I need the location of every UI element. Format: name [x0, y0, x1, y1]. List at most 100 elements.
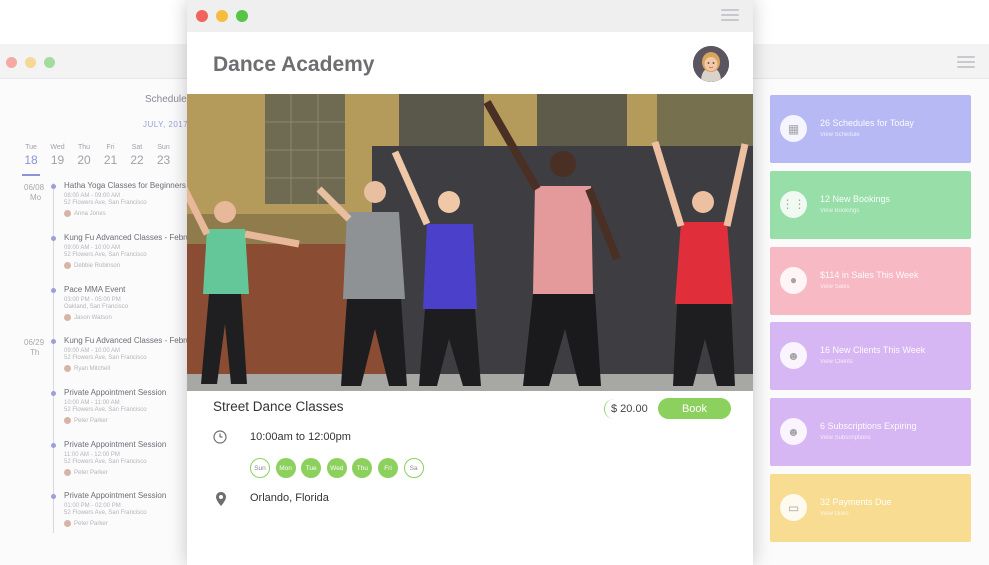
- schedule-event[interactable]: Pace MMA Event 03:00 PM - 05:00 PM Oakland…: [64, 285, 189, 321]
- event-time: 08:00 AM - 09:00 AM: [64, 193, 121, 199]
- schedule-event[interactable]: Private Appointment Session 10:00 AM - 11…: [64, 388, 189, 424]
- dashboard-card[interactable]: ▭ 32 Payments Due View Dues: [770, 474, 971, 542]
- event-title: Pace MMA Event: [64, 285, 126, 294]
- event-place: 52 Flowers Ave, San Francisco: [64, 459, 147, 465]
- day-name: Tue: [25, 144, 37, 151]
- card-link[interactable]: View Clients: [820, 359, 853, 365]
- schedule-day[interactable]: Tue 18: [20, 144, 42, 176]
- timeline-dot: [51, 288, 56, 293]
- page-title: Dance Academy: [213, 53, 375, 76]
- schedule-group-date: 06/08 Mo: [24, 183, 45, 202]
- avatar: [64, 417, 71, 424]
- event-person: Ryan Mitchell: [74, 365, 111, 372]
- day-date: 22: [130, 153, 144, 167]
- card-title: 32 Payments Due: [820, 497, 892, 507]
- schedule-day[interactable]: Thu 20: [73, 144, 95, 167]
- event-time: 01:00 PM - 02:00 PM: [64, 503, 121, 509]
- avatar[interactable]: [693, 46, 729, 82]
- timeline-dot: [51, 391, 56, 396]
- main-titlebar: [187, 0, 753, 33]
- avatar: [64, 520, 71, 527]
- avatar: [64, 365, 71, 372]
- card-title: 16 New Clients This Week: [820, 345, 926, 356]
- card-title: 12 New Bookings: [820, 193, 891, 204]
- event-person: Peter Parker: [74, 417, 108, 424]
- zoom-light[interactable]: [236, 10, 248, 22]
- schedule-event[interactable]: Hatha Yoga Classes for Beginners 08:00 AM…: [64, 181, 189, 217]
- day-name: Sat: [131, 144, 143, 151]
- card-link[interactable]: View Sales: [820, 284, 850, 290]
- menu-icon[interactable]: [957, 56, 975, 68]
- day-toggle[interactable]: Tue: [301, 458, 322, 478]
- main-window: Dance Academy Street Dance Classes $ 20.…: [187, 0, 753, 565]
- event-place: 52 Flowers Ave, San Francisco: [64, 252, 147, 258]
- dashboard-card[interactable]: ☻ 16 New Clients This Week View Clients: [770, 322, 971, 391]
- timeline-dot: [51, 184, 56, 189]
- card-title: $114 in Sales This Week: [820, 269, 919, 280]
- class-time: 10:00am to 12:00pm: [250, 431, 351, 443]
- day-toggle[interactable]: Sun: [250, 458, 270, 478]
- event-person: Debbie Robinson: [74, 262, 121, 269]
- schedule-event[interactable]: Private Appointment Session 11:00 AM - 12…: [64, 440, 189, 476]
- class-location: Orlando, Florida: [250, 492, 329, 504]
- dance-class-photo: [187, 94, 753, 391]
- dashboard-card[interactable]: ☻ 6 Subscriptions Expiring View Subscripti…: [770, 398, 971, 467]
- card-link[interactable]: View Schedule: [820, 132, 860, 138]
- day-toggle[interactable]: Mon: [275, 458, 296, 478]
- event-title: Kung Fu Advanced Classes - February: [64, 233, 202, 242]
- card-title: 6 Subscriptions Expiring: [820, 421, 917, 432]
- event-time: 10:00 AM - 11:00 AM: [64, 400, 120, 406]
- timeline-dot: [51, 443, 56, 448]
- schedule-event[interactable]: Kung Fu Advanced Classes - February 09:00…: [64, 336, 202, 372]
- event-place: 52 Flowers Ave, San Francisco: [64, 355, 147, 361]
- class-name: Street Dance Classes: [213, 399, 344, 414]
- schedule-event[interactable]: Private Appointment Session 01:00 PM - 02…: [64, 491, 189, 527]
- day-toggle[interactable]: Fri: [378, 458, 398, 478]
- dashboard-card[interactable]: ● $114 in Sales This Week View Sales: [770, 246, 971, 315]
- class-price: $ 20.00: [604, 399, 654, 419]
- day-toggle[interactable]: Sa: [403, 458, 424, 478]
- users-icon: ☻: [780, 342, 807, 370]
- day-date: 23: [156, 153, 171, 167]
- minimize-light[interactable]: [216, 10, 228, 22]
- zoom-light[interactable]: [44, 57, 55, 68]
- day-date: 18: [24, 153, 38, 167]
- schedule-day[interactable]: Wed 19: [47, 144, 69, 167]
- event-title: Private Appointment Session: [64, 388, 167, 397]
- avatar: [64, 469, 71, 476]
- avatar: [64, 314, 71, 321]
- schedule-group-date: 06/29 Th: [24, 338, 45, 357]
- dashboard-card[interactable]: ▦ 26 Schedules for Today View Schedule: [770, 95, 971, 163]
- day-date: 21: [103, 153, 118, 167]
- event-title: Private Appointment Session: [64, 440, 167, 449]
- event-place: 52 Flowers Ave, San Francisco: [64, 510, 147, 516]
- minimize-light[interactable]: [25, 57, 36, 68]
- card-title: 26 Schedules for Today: [820, 118, 914, 128]
- schedule-event[interactable]: Kung Fu Advanced Classes - February 09:00…: [64, 233, 202, 269]
- location-pin-icon: [216, 492, 226, 506]
- day-name: Thu: [77, 144, 91, 151]
- schedule-month[interactable]: JULY, 2017: [143, 120, 188, 129]
- day-toggle[interactable]: Thu: [352, 458, 373, 478]
- timeline-dot: [51, 494, 56, 499]
- card-link[interactable]: View Bookings: [820, 208, 859, 214]
- menu-icon[interactable]: [721, 9, 739, 21]
- schedule-day[interactable]: Fri 21: [100, 144, 122, 167]
- schedule-day[interactable]: Sun 23: [153, 144, 175, 167]
- book-button[interactable]: Book: [658, 398, 731, 419]
- day-name: Wed: [50, 144, 65, 151]
- money-bag-icon: ●: [780, 266, 807, 294]
- close-light[interactable]: [196, 10, 208, 22]
- dashboard-card[interactable]: ⋮⋮ 12 New Bookings View Bookings: [770, 170, 971, 239]
- clock-icon: [213, 430, 227, 444]
- event-person: Jason Watson: [74, 314, 112, 321]
- class-photo: [187, 94, 753, 391]
- day-name: Fri: [106, 144, 115, 151]
- close-light[interactable]: [6, 57, 17, 68]
- day-toggle[interactable]: Wed: [326, 458, 347, 478]
- card-link[interactable]: View Dues: [820, 511, 849, 517]
- schedule-day[interactable]: Sat 22: [126, 144, 148, 167]
- event-title: Kung Fu Advanced Classes - February: [64, 336, 202, 345]
- grid-icon: ⋮⋮: [780, 190, 807, 218]
- card-link[interactable]: View Subscriptions: [820, 435, 871, 441]
